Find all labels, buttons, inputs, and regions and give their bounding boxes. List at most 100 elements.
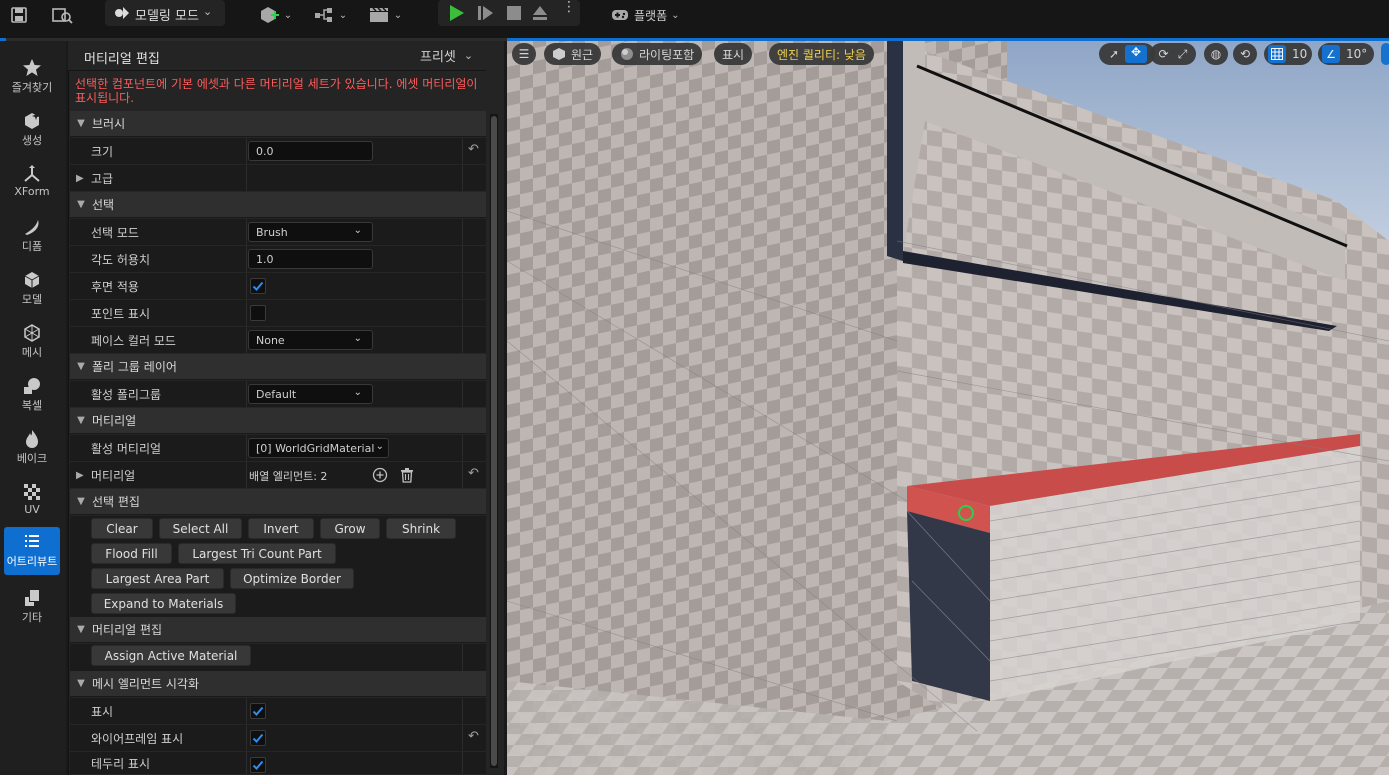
section-mesh-visualization[interactable]: ▼ 메시 엘리먼트 시각화: [70, 671, 486, 697]
show-flags-button[interactable]: 표시: [714, 43, 753, 65]
optimize-border-button[interactable]: Optimize Border: [230, 568, 354, 589]
select-mode-combo[interactable]: Brush ⌄: [248, 222, 373, 242]
section-title: 머티리얼: [92, 414, 137, 428]
select-all-button[interactable]: Select All: [159, 518, 242, 539]
mode-attributes[interactable]: 어트리뷰트: [4, 527, 60, 575]
rotate-icon[interactable]: ⟳: [1154, 47, 1173, 61]
reset-icon[interactable]: ↶: [468, 729, 479, 744]
collapsed-arrow-icon[interactable]: ▶: [76, 470, 84, 481]
active-material-combo[interactable]: [0] WorldGridMaterial ⌄: [248, 438, 389, 458]
reset-icon[interactable]: ↶: [468, 142, 479, 157]
blueprint-button[interactable]: ⌄: [311, 2, 349, 28]
mode-uv[interactable]: UV: [4, 477, 60, 523]
save-icon[interactable]: [6, 2, 32, 28]
attribute-icon: [21, 531, 43, 553]
clear-button[interactable]: Clear: [91, 518, 153, 539]
mode-model[interactable]: 모델: [4, 265, 60, 311]
stop-icon[interactable]: [504, 3, 524, 26]
mesh-icon: [21, 322, 43, 344]
active-polygroup-combo[interactable]: Default ⌄: [248, 384, 373, 404]
scale-icon[interactable]: ⤢: [1173, 47, 1192, 62]
preset-label: 프리셋: [420, 50, 456, 65]
engine-quality-badge[interactable]: 엔진 퀄리티: 낮음: [769, 43, 874, 65]
mode-label: 어트리뷰트: [6, 555, 58, 568]
expanded-arrow-icon: ▼: [77, 199, 85, 210]
reset-icon[interactable]: ↶: [468, 466, 479, 481]
assign-active-material-button[interactable]: Assign Active Material: [91, 645, 251, 666]
row-advanced[interactable]: ▶ 고급: [70, 165, 486, 192]
show-checkbox[interactable]: [250, 703, 266, 719]
modeling-mode-palette: 즐겨찾기 생성 XForm 디폼 모델 메시 복셀 베이크 UV 어트리뷰트 기…: [0, 41, 66, 775]
viewport-menu-icon[interactable]: ☰: [512, 43, 536, 65]
grow-button[interactable]: Grow: [320, 518, 380, 539]
section-material-edit[interactable]: ▼ 머티리얼 편집: [70, 617, 486, 643]
backface-checkbox[interactable]: [250, 278, 266, 294]
world-space-icon[interactable]: ◍: [1204, 43, 1228, 65]
mode-misc[interactable]: 기타: [4, 583, 60, 629]
grid-snap-value: 10: [1292, 47, 1308, 61]
shrink-button[interactable]: Shrink: [386, 518, 456, 539]
voxel-icon: [21, 375, 43, 397]
scale-snap-control[interactable]: [1381, 43, 1389, 65]
row-select-mode: 선택 모드 Brush ⌄: [70, 219, 486, 246]
invert-button[interactable]: Invert: [248, 518, 314, 539]
section-selection[interactable]: ▼ 선택: [70, 192, 486, 218]
mode-bake[interactable]: 베이크: [4, 424, 60, 470]
border-checkbox[interactable]: [250, 757, 266, 773]
add-element-icon[interactable]: [372, 467, 388, 486]
mode-label: 모델: [21, 293, 43, 306]
preset-dropdown[interactable]: 프리셋 ⌄: [420, 46, 473, 65]
expanded-arrow-icon: ▼: [77, 624, 85, 635]
step-icon[interactable]: [476, 3, 496, 26]
cinematics-button[interactable]: ⌄: [366, 2, 404, 28]
eject-icon[interactable]: [530, 3, 550, 26]
mode-voxel[interactable]: 복셀: [4, 371, 60, 417]
trash-icon[interactable]: [399, 467, 415, 486]
material-warning: 선택한 컴포넌트에 기본 에셋과 다른 머티리얼 세트가 있습니다. 에셋 머티…: [75, 77, 478, 105]
perspective-button[interactable]: 원근: [544, 43, 602, 65]
mode-mesh[interactable]: 메시: [4, 318, 60, 364]
section-selection-edit[interactable]: ▼ 선택 편집: [70, 489, 486, 515]
row-label: 테두리 표시: [91, 756, 151, 771]
row-label: 각도 허용치: [91, 252, 151, 267]
row-angle-tolerance: 각도 허용치 1.0: [70, 246, 486, 273]
brush-size-input[interactable]: 0.0: [248, 141, 373, 161]
expand-to-materials-button[interactable]: Expand to Materials: [91, 593, 236, 614]
lighting-mode-button[interactable]: 라이팅포함: [612, 43, 703, 65]
more-options-icon[interactable]: ⋮: [562, 0, 576, 14]
move-icon[interactable]: ✥: [1125, 45, 1147, 63]
uv-icon: [21, 481, 43, 503]
select-cursor-icon[interactable]: ➚: [1103, 47, 1125, 61]
rotation-snap-control[interactable]: ∠ 10°: [1318, 43, 1374, 65]
largest-tri-count-button[interactable]: Largest Tri Count Part: [178, 543, 336, 564]
cube-icon: [553, 48, 565, 60]
add-actor-button[interactable]: ⌄: [256, 2, 294, 28]
flood-fill-button[interactable]: Flood Fill: [91, 543, 172, 564]
show-points-checkbox[interactable]: [250, 305, 266, 321]
mode-favorites[interactable]: 즐겨찾기: [4, 53, 60, 99]
play-icon[interactable]: [446, 3, 466, 26]
row-show: 표시: [70, 698, 486, 725]
combo-value: [0] WorldGridMaterial: [256, 441, 375, 455]
section-polygroup-layer[interactable]: ▼ 폴리 그룹 레이어: [70, 354, 486, 380]
surface-snap-icon[interactable]: ⟲: [1233, 43, 1257, 65]
mode-deform[interactable]: 디폼: [4, 212, 60, 258]
largest-area-button[interactable]: Largest Area Part: [91, 568, 224, 589]
face-color-combo[interactable]: None ⌄: [248, 330, 373, 350]
mode-create[interactable]: 생성: [4, 106, 60, 152]
level-viewport[interactable]: ☰ 원근 라이팅포함 표시 엔진 퀄리티: 낮음 ➚ ✥ ⟳ ⤢ ◍ ⟲ 10 …: [507, 41, 1389, 775]
mode-label: 복셀: [21, 399, 43, 412]
mode-xform[interactable]: XForm: [4, 159, 60, 205]
section-material[interactable]: ▼ 머티리얼: [70, 408, 486, 434]
panel-scrollbar[interactable]: [491, 116, 497, 766]
row-label: 포인트 표시: [91, 306, 151, 321]
browse-icon[interactable]: [48, 2, 76, 28]
grid-snap-control[interactable]: 10: [1264, 43, 1312, 65]
section-brush[interactable]: ▼ 브러시: [70, 111, 486, 137]
angle-tolerance-input[interactable]: 1.0: [248, 249, 373, 269]
wireframe-checkbox[interactable]: [250, 730, 266, 746]
mode-dropdown[interactable]: 모델링 모드 ⌄: [105, 0, 225, 26]
mode-label: 디폼: [21, 240, 43, 253]
platform-dropdown[interactable]: 플랫폼 ⌄: [610, 2, 690, 28]
row-wireframe: 와이어프레임 표시 ↶: [70, 725, 486, 752]
